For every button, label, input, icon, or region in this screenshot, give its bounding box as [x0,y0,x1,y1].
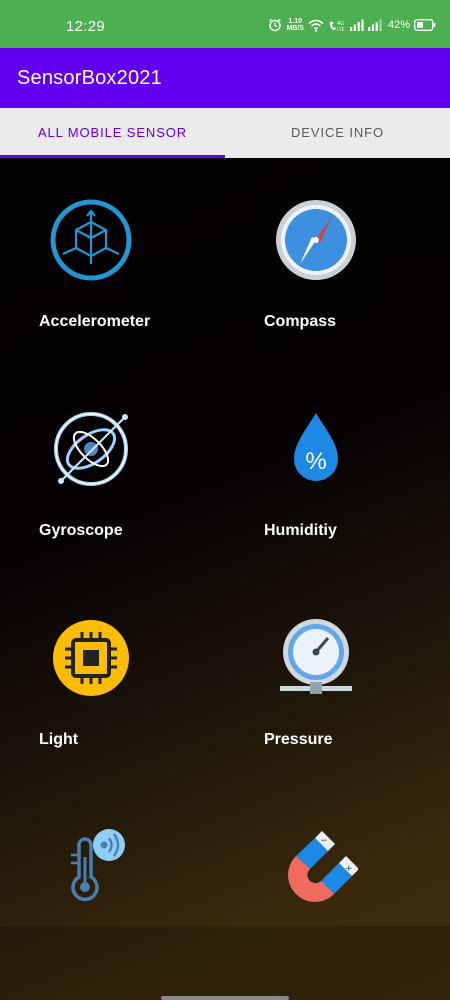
tab-device-info[interactable]: DEVICE INFO [225,108,450,158]
svg-text:LTE: LTE [337,27,345,32]
magnetometer-icon: − + [288,831,358,902]
sensor-tile-compass[interactable]: Compass [264,158,450,358]
signal-icon [349,19,364,31]
wifi-icon [308,19,324,32]
sensor-tile-gyroscope[interactable]: Gyroscope [39,367,239,567]
svg-text:−: − [320,836,328,846]
svg-text:4G: 4G [337,21,344,27]
app-bar: SensorBox2021 [0,48,450,108]
sensor-label: Humiditiy [264,522,337,539]
pressure-icon [280,619,352,694]
humidity-icon: % [294,413,338,481]
sensor-tile-pressure[interactable]: Pressure [264,576,450,776]
volte-icon: 4G LTE [329,21,345,32]
net-speed: 1.10 MB/S [286,18,304,32]
sensor-tile-humidity[interactable]: % Humiditiy [264,367,450,567]
gesture-bar[interactable] [161,996,289,1000]
status-bar: 12:29 1.10 MB/S 4G LTE 42% [0,0,450,48]
tab-bar: ALL MOBILE SENSOR DEVICE INFO [0,108,450,158]
temperature-icon [71,829,125,902]
signal-icon-2 [367,19,382,31]
sensor-label: Gyroscope [39,522,123,539]
gyroscope-icon [54,412,128,486]
app-title: SensorBox2021 [17,67,162,89]
sensor-label: Compass [264,313,337,330]
compass-icon [276,200,356,280]
sensor-label: Pressure [264,731,333,748]
sensor-label: Light [39,731,79,748]
svg-text:+: + [345,864,353,874]
battery-percent: 42% [387,19,410,31]
light-icon [53,620,129,696]
sensor-grid: Accelerometer Compass Gyroscope % Humidi… [0,158,450,1000]
sensor-label: Accelerometer [39,313,151,330]
sensor-tile-light[interactable]: Light [39,576,239,776]
accelerometer-icon [50,199,132,281]
tab-all-mobile-sensor[interactable]: ALL MOBILE SENSOR [0,108,225,158]
battery-icon [414,19,436,31]
svg-text:%: % [305,448,326,475]
alarm-icon [269,18,282,32]
status-icons: 1.10 MB/S 4G LTE 42% [268,15,436,35]
sensor-tile-accelerometer[interactable]: Accelerometer [39,158,239,358]
status-time: 12:29 [66,18,106,35]
nav-bar-background [0,926,450,1000]
